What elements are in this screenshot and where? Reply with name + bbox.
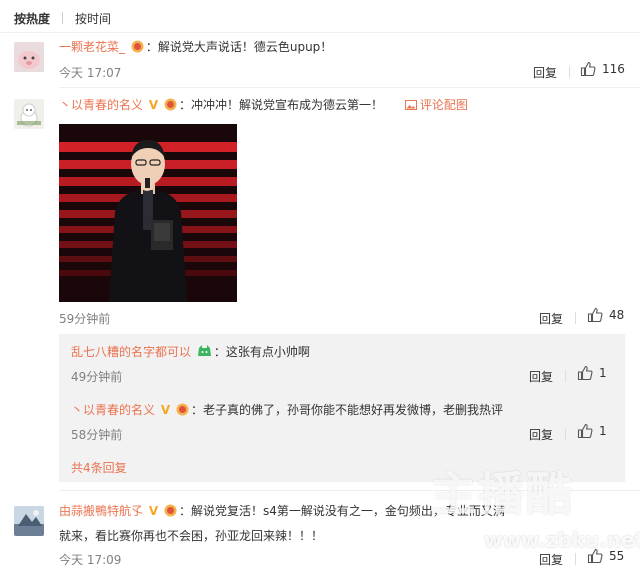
- sort-by-hot-tab[interactable]: 按热度: [14, 10, 50, 27]
- username-link[interactable]: 乱七八糟的名字都可以: [71, 345, 191, 359]
- view-all-replies-link[interactable]: 共4条回复: [71, 459, 127, 476]
- fan-medal-icon: [164, 504, 177, 517]
- sub-reply-text: ：老子真的佛了，孙哥你能不能想好再发微博，老删我热评: [190, 403, 503, 417]
- like-button[interactable]: 55: [587, 548, 624, 564]
- comment-divider: [59, 490, 640, 491]
- comment-text-continued: 就来，看比赛你再也不会困，孙亚龙回来辣！！！: [59, 529, 324, 543]
- sub-reply-line: 乱七八糟的名字都可以 ：这张有点小帅啊: [71, 343, 310, 361]
- sort-bar: 按热度 按时间: [14, 9, 111, 27]
- sub-reply-button[interactable]: 回复: [529, 368, 553, 385]
- sub-reply-text: ：这张有点小帅啊: [213, 345, 310, 359]
- comment-line: 就来，看比赛你再也不会困，孙亚龙回来辣！！！: [59, 527, 620, 545]
- action-divider: [569, 66, 570, 78]
- picture-icon: [404, 100, 417, 110]
- sub-replies-box: 乱七八糟的名字都可以 ：这张有点小帅啊 49分钟前 回复 1 丶以青春的名义 V…: [59, 334, 625, 482]
- comment-text: ：解说党复活！s4第一解说没有之一，金句频出，专业而又满: [178, 504, 505, 518]
- sub-reply-time: 58分钟前: [71, 428, 123, 442]
- avatar-image-icon: [14, 42, 44, 72]
- avatar-image-icon: [14, 99, 44, 129]
- username-link[interactable]: 一颗老花菜_: [59, 40, 125, 54]
- fan-medal-icon: [131, 40, 144, 53]
- thumb-up-icon: [580, 61, 596, 77]
- reply-button[interactable]: 回复: [539, 551, 563, 568]
- sub-reply-time: 49分钟前: [71, 370, 123, 384]
- action-divider: [565, 370, 566, 382]
- sub-reply-button[interactable]: 回复: [529, 426, 553, 443]
- comment-line: 一颗老花菜_ ：解说党大声说话！德云色upup！: [59, 38, 620, 56]
- comment-text: ：解说党大声说话！德云色upup！: [145, 40, 333, 54]
- vip-v-icon: V: [160, 403, 171, 417]
- like-count: 55: [609, 549, 625, 563]
- header-divider: [0, 32, 640, 33]
- fan-medal-icon: [164, 98, 177, 111]
- username-link[interactable]: 由蒜搬鴨特航孓: [59, 504, 143, 518]
- comment-divider: [59, 87, 640, 88]
- action-divider: [565, 428, 566, 440]
- sub-like-button[interactable]: 1: [577, 365, 607, 381]
- like-count: 1: [599, 424, 607, 438]
- comment-line: 由蒜搬鴨特航孓 V ：解说党复活！s4第一解说没有之一，金句频出，专业而又满: [59, 502, 620, 520]
- comment-image-label: 评论配图: [419, 98, 468, 112]
- avatar[interactable]: [14, 99, 44, 129]
- thumb-up-icon: [577, 365, 593, 381]
- reply-button[interactable]: 回复: [539, 310, 563, 327]
- comment-time: 今天 17:07: [59, 66, 122, 80]
- sub-like-button[interactable]: 1: [577, 423, 607, 439]
- fan-medal-icon: [197, 345, 211, 356]
- comment-text: ：冲冲冲！解说党宣布成为德云第一！: [178, 98, 383, 112]
- comment-image-link[interactable]: 评论配图: [404, 98, 468, 112]
- avatar[interactable]: [14, 506, 44, 536]
- like-count: 1: [599, 366, 607, 380]
- reply-button[interactable]: 回复: [533, 64, 557, 81]
- avatar-image-icon: [14, 506, 44, 536]
- sort-divider: [62, 12, 64, 24]
- thumb-up-icon: [577, 423, 593, 439]
- like-button[interactable]: 48: [587, 307, 624, 323]
- comment-photo[interactable]: [59, 124, 237, 302]
- username-link[interactable]: 丶以青春的名义: [59, 98, 143, 112]
- username-link[interactable]: 丶以青春的名义: [71, 403, 155, 417]
- thumb-up-icon: [587, 307, 603, 323]
- vip-v-icon: V: [148, 504, 159, 518]
- avatar[interactable]: [14, 42, 44, 72]
- action-divider: [575, 312, 576, 324]
- thumb-up-icon: [587, 548, 603, 564]
- like-button[interactable]: 116: [580, 61, 625, 77]
- stage-photo-image: [59, 124, 237, 302]
- comment-time: 今天 17:09: [59, 553, 122, 567]
- sort-by-time-tab[interactable]: 按时间: [75, 10, 111, 27]
- sub-reply-line: 丶以青春的名义 V ：老子真的佛了，孙哥你能不能想好再发微博，老删我热评: [71, 401, 503, 419]
- vip-v-icon: V: [148, 98, 159, 112]
- comment-item: 由蒜搬鴨特航孓 V ：解说党复活！s4第一解说没有之一，金句频出，专业而又满 就…: [0, 498, 640, 571]
- like-count: 48: [609, 308, 625, 322]
- fan-medal-icon: [176, 403, 189, 416]
- comment-line: 丶以青春的名义 V ：冲冲冲！解说党宣布成为德云第一！ 评论配图: [59, 96, 620, 114]
- comment-time: 59分钟前: [59, 312, 111, 326]
- action-divider: [575, 553, 576, 565]
- like-count: 116: [602, 62, 625, 76]
- comment-item: 一颗老花菜_ ：解说党大声说话！德云色upup！ 今天 17:07 回复 116: [0, 40, 640, 90]
